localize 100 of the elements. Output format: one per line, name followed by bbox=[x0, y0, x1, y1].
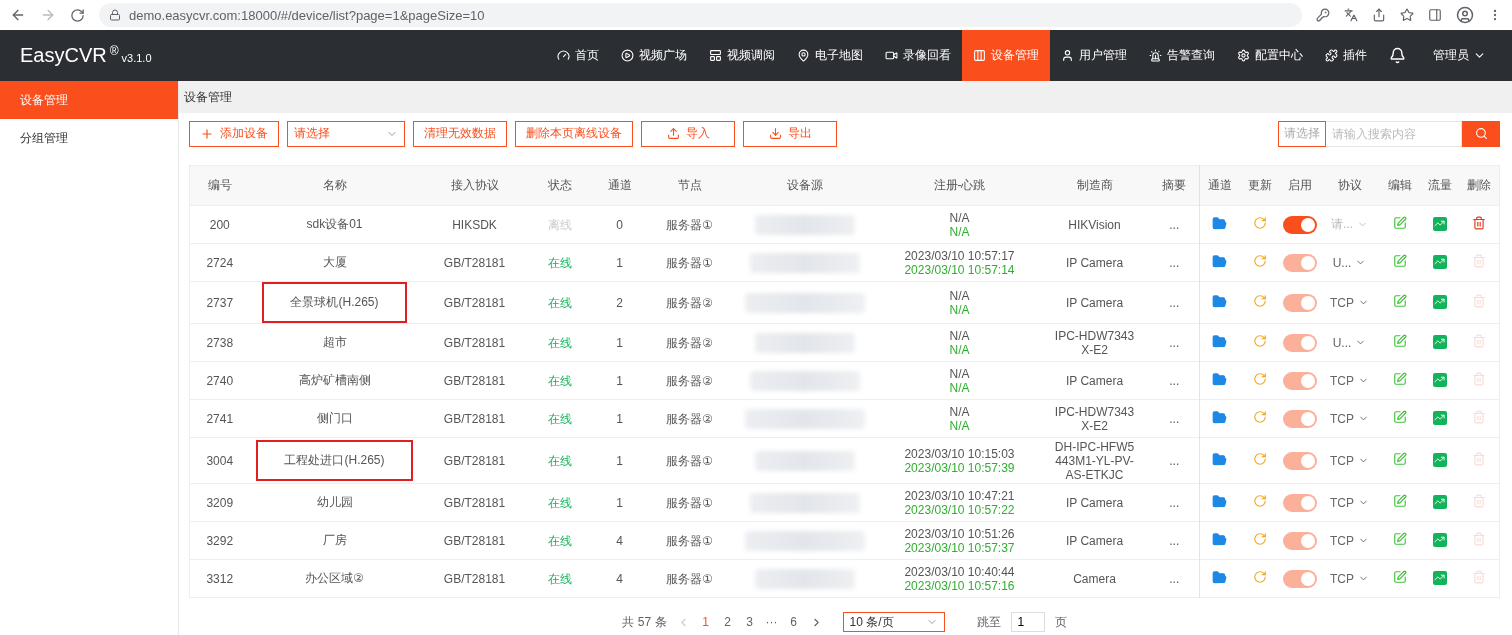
refresh-icon[interactable] bbox=[1252, 294, 1267, 308]
refresh-icon[interactable] bbox=[1252, 254, 1267, 268]
folder-icon[interactable] bbox=[1212, 493, 1228, 509]
page-size-select[interactable]: 10 条/页 bbox=[842, 612, 945, 632]
nav-item[interactable]: 配置中心 bbox=[1226, 30, 1314, 81]
share-icon[interactable] bbox=[1372, 8, 1386, 22]
chart-icon[interactable] bbox=[1432, 410, 1447, 425]
side-panel-icon[interactable] bbox=[1428, 8, 1442, 22]
refresh-icon[interactable] bbox=[1252, 494, 1267, 508]
nav-item[interactable]: 首页 bbox=[546, 30, 610, 81]
refresh-icon[interactable] bbox=[1252, 334, 1267, 348]
edit-icon[interactable] bbox=[1392, 570, 1407, 584]
chart-icon[interactable] bbox=[1432, 216, 1447, 231]
delete-icon[interactable] bbox=[1472, 216, 1487, 230]
page-number[interactable]: 6 bbox=[787, 615, 800, 629]
export-button[interactable]: 导出 bbox=[743, 120, 837, 147]
chart-icon[interactable] bbox=[1432, 532, 1447, 547]
back-icon[interactable] bbox=[10, 7, 26, 23]
folder-icon[interactable] bbox=[1212, 371, 1228, 387]
nav-item[interactable]: 视频广场 bbox=[610, 30, 698, 81]
folder-icon[interactable] bbox=[1212, 333, 1228, 349]
heartbeat-time: N/A bbox=[949, 302, 970, 317]
forward-icon[interactable] bbox=[40, 7, 56, 23]
page-number[interactable]: 3 bbox=[743, 615, 756, 629]
edit-icon[interactable] bbox=[1392, 254, 1407, 268]
jump-label: 跳至 bbox=[976, 613, 1001, 631]
import-button[interactable]: 导入 bbox=[641, 120, 735, 147]
edit-icon[interactable] bbox=[1392, 294, 1407, 308]
enable-switch[interactable] bbox=[1282, 215, 1317, 234]
folder-icon[interactable] bbox=[1212, 569, 1228, 585]
protocol-select[interactable]: TCP bbox=[1319, 373, 1380, 388]
video-camera-icon bbox=[885, 49, 898, 62]
page-number[interactable]: ··· bbox=[765, 615, 778, 629]
highlighted-name: 全景球机(H.265) bbox=[262, 282, 407, 323]
nav-item[interactable]: 告警查询 bbox=[1138, 30, 1226, 81]
chart-icon[interactable] bbox=[1432, 254, 1447, 269]
page-number[interactable]: 2 bbox=[721, 615, 734, 629]
search-button[interactable] bbox=[1462, 120, 1500, 147]
folder-icon[interactable] bbox=[1212, 409, 1228, 425]
table-cell: 2 bbox=[616, 295, 623, 310]
table-cell: 服务器② bbox=[666, 335, 713, 350]
protocol-select[interactable]: TCP bbox=[1319, 495, 1380, 510]
nav-item[interactable]: 视频调阅 bbox=[698, 30, 786, 81]
nav-item[interactable]: 用户管理 bbox=[1050, 30, 1138, 81]
folder-icon[interactable] bbox=[1212, 451, 1228, 467]
refresh-icon[interactable] bbox=[1252, 532, 1267, 546]
table-cell: ... bbox=[1169, 255, 1180, 270]
chart-icon[interactable] bbox=[1432, 294, 1447, 309]
chart-icon[interactable] bbox=[1432, 452, 1447, 467]
protocol-select[interactable]: TCP bbox=[1319, 571, 1380, 586]
protocol-select[interactable]: TCP bbox=[1319, 295, 1380, 310]
select-dropdown[interactable]: 请选择 bbox=[287, 120, 405, 147]
puzzle-icon bbox=[1325, 49, 1338, 62]
page-jump-field[interactable]: 1 bbox=[1010, 612, 1045, 632]
nav-item[interactable]: 电子地图 bbox=[786, 30, 874, 81]
page-number[interactable]: 1 bbox=[699, 615, 712, 629]
refresh-icon[interactable] bbox=[1252, 452, 1267, 466]
edit-icon[interactable] bbox=[1392, 452, 1407, 466]
reload-icon[interactable] bbox=[70, 7, 85, 23]
edit-icon[interactable] bbox=[1392, 372, 1407, 386]
table-cell: 服务器① bbox=[666, 255, 713, 270]
protocol-select[interactable]: TCP bbox=[1319, 453, 1380, 468]
refresh-icon[interactable] bbox=[1252, 570, 1267, 584]
chart-icon[interactable] bbox=[1432, 334, 1447, 349]
folder-icon[interactable] bbox=[1212, 531, 1228, 547]
search-field[interactable]: 请输入搜索内容 bbox=[1326, 120, 1462, 147]
edit-icon[interactable] bbox=[1392, 410, 1407, 424]
user-menu[interactable]: 管理员 bbox=[1417, 30, 1512, 81]
edit-icon[interactable] bbox=[1392, 532, 1407, 546]
delete-offline-button[interactable]: 删除本页离线设备 bbox=[515, 120, 633, 147]
protocol-select[interactable]: U... bbox=[1319, 335, 1380, 350]
protocol-select[interactable]: TCP bbox=[1319, 411, 1380, 426]
table-cell: DH-IPC-HFW5 443M1-YL-PV- AS-ETKJC bbox=[1054, 439, 1135, 482]
refresh-icon[interactable] bbox=[1252, 372, 1267, 386]
nav-item[interactable]: 录像回看 bbox=[874, 30, 962, 81]
protocol-select[interactable]: U... bbox=[1319, 255, 1380, 270]
nav-item[interactable]: 设备管理 bbox=[962, 30, 1050, 81]
chart-icon[interactable] bbox=[1432, 372, 1447, 387]
folder-icon[interactable] bbox=[1212, 253, 1228, 269]
protocol-select[interactable]: TCP bbox=[1319, 533, 1380, 548]
refresh-icon[interactable] bbox=[1252, 410, 1267, 424]
sidebar-item[interactable]: 设备管理 bbox=[0, 81, 178, 119]
address-bar[interactable]: demo.easycvr.com:18000/#/device/list?page=1&pageSize=10 bbox=[99, 3, 1302, 27]
chart-icon[interactable] bbox=[1432, 570, 1447, 585]
folder-icon[interactable] bbox=[1212, 293, 1228, 309]
refresh-icon[interactable] bbox=[1252, 216, 1267, 230]
chart-icon[interactable] bbox=[1432, 494, 1447, 509]
profile-icon[interactable] bbox=[1456, 6, 1474, 24]
edit-icon[interactable] bbox=[1392, 334, 1407, 348]
key-icon[interactable] bbox=[1316, 8, 1330, 22]
clean-data-button[interactable]: 清理无效数据 bbox=[413, 120, 507, 147]
edit-icon[interactable] bbox=[1392, 494, 1407, 508]
folder-icon[interactable] bbox=[1212, 215, 1228, 231]
nav-item[interactable]: 插件 bbox=[1314, 30, 1378, 81]
add-device-button[interactable]: 添加设备 bbox=[189, 120, 279, 147]
edit-icon[interactable] bbox=[1392, 216, 1407, 230]
user-icon bbox=[1061, 49, 1074, 62]
star-icon[interactable] bbox=[1400, 8, 1414, 22]
table-cell: 3209 bbox=[206, 495, 234, 510]
translate-icon[interactable] bbox=[1344, 8, 1358, 22]
